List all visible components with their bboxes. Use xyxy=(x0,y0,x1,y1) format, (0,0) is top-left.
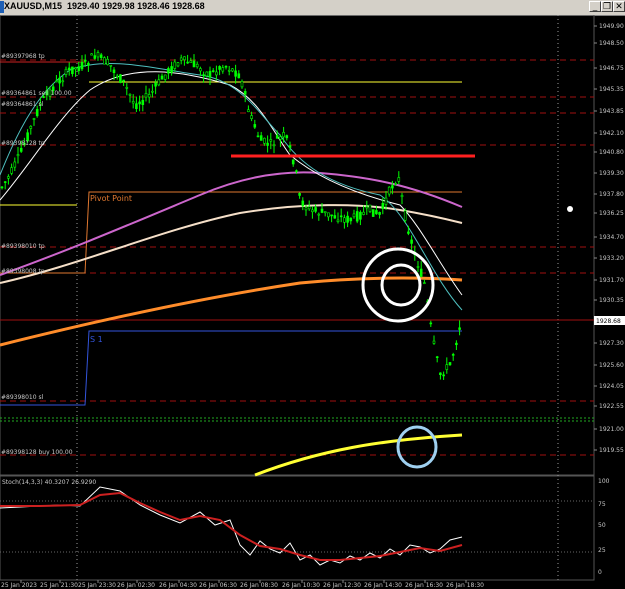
oscillator-tick-label: 50 xyxy=(598,522,606,529)
oscillator-tick-label: 25 xyxy=(598,547,606,554)
ma-orange xyxy=(0,276,463,347)
price-tick-label: 1937.80 xyxy=(599,191,624,198)
price-tick-label: 1933.20 xyxy=(599,255,624,262)
annotation-circle-outer[interactable] xyxy=(361,247,435,323)
time-tick-label: 26 Jan 04:30 xyxy=(159,582,197,589)
order-label: #89398128 buy 100.00 xyxy=(1,449,73,456)
price-tick-label: 1946.75 xyxy=(599,65,624,72)
annotation-circle-inner[interactable] xyxy=(380,263,422,307)
time-tick-label: 25 Jan 21:30 xyxy=(40,582,78,589)
time-tick-label: 25 Jan 23:30 xyxy=(78,582,116,589)
window-title: XAUUSD,M15 1929.40 1929.98 1928.46 1928.… xyxy=(4,1,205,11)
close-button[interactable]: ✕ xyxy=(613,1,625,12)
oscillator-tick-label: 100 xyxy=(598,478,610,485)
time-tick-label: 26 Jan 02:30 xyxy=(117,582,155,589)
price-axis: 1949.90 1948.50 1946.75 1945.35 1943.85 1942.… xyxy=(594,23,624,454)
price-tick-label: 1919.55 xyxy=(599,447,624,454)
s1-label: S 1 xyxy=(90,335,103,344)
time-tick-label: 26 Jan 10:30 xyxy=(282,582,320,589)
oscillator-tick-label: 0 xyxy=(598,569,602,576)
order-label: #89397968 tp xyxy=(1,53,45,60)
annotation-circle-blue[interactable] xyxy=(396,425,438,469)
pivot-point-line xyxy=(0,191,462,274)
price-tick-label: 1939.30 xyxy=(599,170,624,177)
current-price-text: 1928.68 xyxy=(596,318,621,325)
price-tick-label: 1943.85 xyxy=(599,108,624,115)
price-tick-label: 1924.05 xyxy=(599,383,624,390)
window-titlebar[interactable]: XAUUSD,M15 1929.40 1929.98 1928.46 1928.… xyxy=(0,0,625,16)
price-tick-label: 1922.55 xyxy=(599,403,624,410)
white-dot xyxy=(567,206,573,212)
order-label: #89364861 sl xyxy=(1,101,44,108)
time-tick-label: 26 Jan 16:30 xyxy=(405,582,443,589)
time-tick-label: 26 Jan 12:30 xyxy=(323,582,361,589)
oscillator-label: Stoch(14,3,3) 40.3207 26.9290 xyxy=(2,479,96,486)
pivot-point-label: Pivot Point xyxy=(90,194,132,203)
time-tick-label: 26 Jan 18:30 xyxy=(446,582,484,589)
price-tick-label: 1921.00 xyxy=(599,426,624,433)
oscillator-levels xyxy=(0,500,594,553)
green-levels xyxy=(0,417,594,422)
price-tick-label: 1948.50 xyxy=(599,40,624,47)
order-label: #89364861 sell 100.00 xyxy=(1,90,72,97)
price-tick-label: 1925.60 xyxy=(599,362,624,369)
price-tick-label: 1930.35 xyxy=(599,297,624,304)
time-tick-label: 26 Jan 08:30 xyxy=(240,582,278,589)
price-tick-label: 1942.10 xyxy=(599,130,624,137)
time-tick-label: 25 Jan 2023 xyxy=(1,582,37,589)
stoch-signal-line xyxy=(0,491,463,561)
time-tick-label: 26 Jan 14:30 xyxy=(364,582,402,589)
order-label: #89398010 sl xyxy=(1,394,44,401)
oscillator-panel-border xyxy=(0,475,595,581)
price-tick-label: 1927.30 xyxy=(599,340,624,347)
price-tick-label: 1936.25 xyxy=(599,210,624,217)
order-label: #89398128 tp xyxy=(1,140,45,147)
oscillator-tick-label: 75 xyxy=(598,501,606,508)
oscillator-axis: 100 75 50 25 0 xyxy=(598,478,610,576)
time-tick-label: 26 Jan 06:30 xyxy=(199,582,237,589)
ma-bisque xyxy=(0,204,463,284)
order-label: #89398010 tp xyxy=(1,243,45,250)
price-panel-border xyxy=(0,15,595,476)
time-axis: 25 Jan 2023 25 Jan 21:30 25 Jan 23:30 26 Ja… xyxy=(1,580,484,589)
price-tick-label: 1940.80 xyxy=(599,149,624,156)
restore-button[interactable]: ❐ xyxy=(601,1,613,12)
order-label: #89398008 tp xyxy=(1,268,45,275)
s1-line xyxy=(0,330,462,406)
price-tick-label: 1949.90 xyxy=(599,23,624,30)
price-tick-label: 1931.70 xyxy=(599,277,624,284)
price-tick-label: 1945.35 xyxy=(599,86,624,93)
price-tick-label: 1934.70 xyxy=(599,234,624,241)
chart-area[interactable]: #89397968 tp #89364861 sell 100.00 #8936… xyxy=(0,15,625,589)
minimize-button[interactable]: _ xyxy=(589,1,601,12)
